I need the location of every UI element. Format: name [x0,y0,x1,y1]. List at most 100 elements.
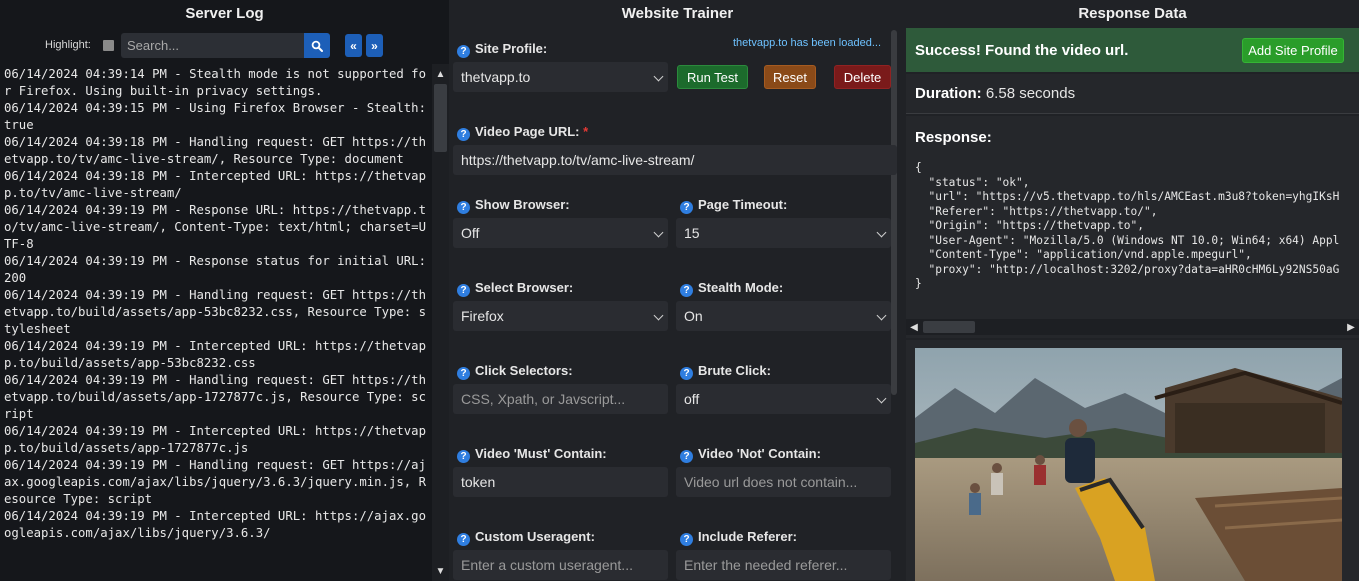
log-scroll-thumb[interactable] [434,84,447,152]
response-data-panel: Response Data Success! Found the video u… [906,0,1359,581]
log-line: 06/14/2024 04:39:19 PM - Intercepted URL… [4,509,426,540]
trainer-scrollbar[interactable] [891,30,897,395]
chevron-down-icon [876,227,887,238]
search-icon [311,40,323,52]
help-icon[interactable]: ? [457,533,470,546]
json-line: "Origin": "https://thetvapp.to", [915,219,1145,232]
not-contain-label: ? Video 'Not' Contain: [680,446,821,463]
log-line: 06/14/2024 04:39:19 PM - Handling reques… [4,458,426,506]
response-data-title: Response Data [1078,5,1187,22]
required-marker: * [583,124,589,139]
log-search-button[interactable] [304,33,330,58]
log-lines: 06/14/2024 04:39:14 PM - Stealth mode is… [4,66,430,542]
server-log-panel: Server Log Highlight: « » 06/14/2024 04:… [0,0,449,581]
scroll-right-icon[interactable]: ▶ [1343,319,1359,335]
scroll-up-icon[interactable]: ▲ [432,66,449,82]
success-message: Success! Found the video url. [915,42,1129,59]
response-label: Response: [915,129,992,146]
next-match-button[interactable]: » [366,34,383,57]
brute-click-label: ? Brute Click: [680,363,771,380]
log-line: 06/14/2024 04:39:19 PM - Handling reques… [4,373,426,421]
show-browser-select[interactable]: Off [453,218,668,248]
json-line: { [915,161,922,174]
log-line: 06/14/2024 04:39:18 PM - Handling reques… [4,135,426,166]
app-root: Server Log Highlight: « » 06/14/2024 04:… [0,0,1359,581]
site-profile-label: ? Site Profile: [457,41,547,58]
reset-button[interactable]: Reset [764,65,816,89]
help-icon[interactable]: ? [680,450,693,463]
json-line: "status": "ok", [915,175,1030,189]
duration-box: Duration: 6.58 seconds [906,74,1359,114]
log-output: 06/14/2024 04:39:14 PM - Stealth mode is… [0,64,449,581]
video-preview-container [906,340,1359,581]
log-line: 06/14/2024 04:39:19 PM - Response status… [4,254,434,285]
stealth-mode-select[interactable]: On [676,301,891,331]
success-banner: Success! Found the video url. Add Site P… [906,28,1359,72]
run-test-button[interactable]: Run Test [677,65,748,89]
log-line: 06/14/2024 04:39:19 PM - Intercepted URL… [4,424,426,455]
help-icon[interactable]: ? [457,128,470,141]
log-line: 06/14/2024 04:39:19 PM - Intercepted URL… [4,339,426,370]
highlight-checkbox[interactable] [103,40,114,51]
log-line: 06/14/2024 04:39:15 PM - Using Firefox B… [4,101,434,132]
chevron-down-icon [876,310,887,321]
custom-useragent-input[interactable]: Enter a custom useragent... [453,550,668,580]
json-line: "proxy": "http://localhost:3202/proxy?da… [915,262,1340,276]
help-icon[interactable]: ? [457,284,470,297]
scroll-down-icon[interactable]: ▼ [432,563,449,579]
show-browser-label: ? Show Browser: [457,197,570,214]
help-icon[interactable]: ? [680,367,693,380]
include-referer-input[interactable]: Enter the needed referer... [676,550,891,580]
page-timeout-label: ? Page Timeout: [680,197,787,214]
log-line: 06/14/2024 04:39:14 PM - Stealth mode is… [4,67,426,98]
include-referer-label: ? Include Referer: [680,529,797,546]
brute-click-select[interactable]: off [676,384,891,414]
help-icon[interactable]: ? [680,201,693,214]
loaded-status: thetvapp.to has been loaded... [733,37,882,49]
highlight-label: Highlight: [45,39,91,51]
video-url-label: ? Video Page URL: * [457,124,588,141]
response-box: Response: { "status": "ok", "url": "http… [906,116,1359,338]
json-line: "Content-Type": "application/vnd.apple.m… [915,248,1252,261]
help-icon[interactable]: ? [457,367,470,380]
video-frame-image [915,348,1342,581]
page-timeout-select[interactable]: 15 [676,218,891,248]
click-selectors-label: ? Click Selectors: [457,363,573,380]
log-scrollbar[interactable]: ▲ ▼ [432,64,449,581]
select-browser-label: ? Select Browser: [457,280,573,297]
delete-button[interactable]: Delete [834,65,891,89]
hscroll-thumb[interactable] [923,321,975,333]
prev-match-button[interactable]: « [345,34,362,57]
chevron-down-icon [876,393,887,404]
response-hscrollbar[interactable]: ◀ ▶ [906,319,1359,335]
website-trainer-title: Website Trainer [621,5,734,22]
help-icon[interactable]: ? [680,284,693,297]
response-json: { "status": "ok", "url": "https://v5.the… [915,161,1339,292]
json-line: "User-Agent": "Mozilla/5.0 (Windows NT 1… [915,233,1340,247]
json-line: } [915,277,922,290]
must-contain-input[interactable]: token [453,467,668,497]
video-preview[interactable] [915,348,1342,581]
help-icon[interactable]: ? [457,450,470,463]
must-contain-label: ? Video 'Must' Contain: [457,446,607,463]
video-url-input[interactable]: https://thetvapp.to/tv/amc-live-stream/ [453,145,897,175]
click-selectors-input[interactable]: CSS, Xpath, or Javscript... [453,384,668,414]
not-contain-input[interactable]: Video url does not contain... [676,467,891,497]
website-trainer-panel: Website Trainer thetvapp.to has been loa… [449,0,906,581]
json-line: "url": "https://v5.thetvapp.to/hls/AMCEa… [915,190,1340,203]
help-icon[interactable]: ? [680,533,693,546]
select-browser-select[interactable]: Firefox [453,301,668,331]
chevron-down-icon [653,71,664,82]
scroll-left-icon[interactable]: ◀ [906,319,922,335]
log-line: 06/14/2024 04:39:19 PM - Response URL: h… [4,203,426,251]
add-site-profile-button[interactable]: Add Site Profile [1242,38,1344,63]
log-search-input[interactable] [121,33,304,58]
log-line: 06/14/2024 04:39:18 PM - Intercepted URL… [4,169,426,200]
chevron-down-icon [653,227,664,238]
help-icon[interactable]: ? [457,201,470,214]
log-line: 06/14/2024 04:39:19 PM - Handling reques… [4,288,426,336]
help-icon[interactable]: ? [457,45,470,58]
site-profile-select[interactable]: thetvapp.to [453,62,668,92]
highlight-row: Highlight: « » [0,33,449,58]
chevron-down-icon [653,310,664,321]
